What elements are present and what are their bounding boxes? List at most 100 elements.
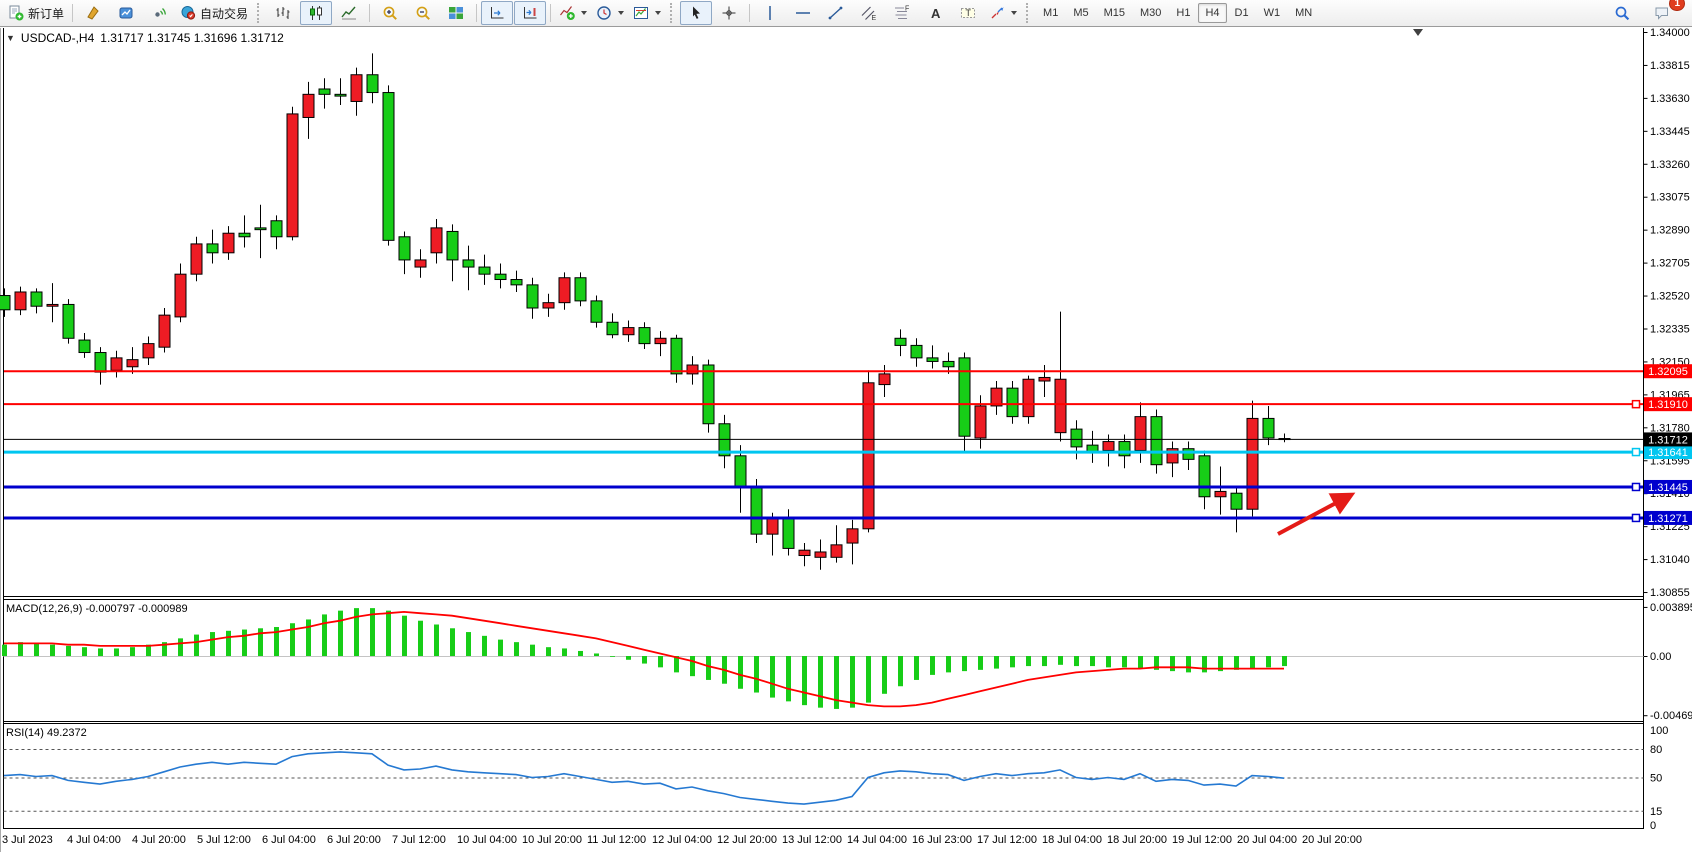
templates-button[interactable]	[629, 1, 665, 25]
timeframe-h4-button[interactable]: H4	[1198, 3, 1226, 23]
timeframe-w1-button[interactable]: W1	[1257, 3, 1288, 23]
candle-body	[703, 365, 714, 424]
timeframe-m5-button[interactable]: M5	[1066, 3, 1095, 23]
timeframe-h1-button[interactable]: H1	[1169, 3, 1197, 23]
candle-body	[847, 529, 858, 543]
macd-histogram-bar	[434, 625, 439, 657]
price-axis-label: 1.33075	[1650, 192, 1690, 204]
periods-button[interactable]	[592, 1, 628, 25]
search-button[interactable]	[1606, 1, 1638, 25]
macd-histogram-bar	[978, 656, 983, 670]
auto-scroll-button[interactable]	[481, 1, 513, 25]
svg-text:T: T	[965, 8, 971, 18]
candle-body	[495, 274, 506, 279]
macd-histogram-bar	[1074, 656, 1079, 666]
chart-shift-button[interactable]	[514, 1, 546, 25]
macd-histogram-bar	[1266, 656, 1271, 667]
macd-histogram-bar	[802, 656, 807, 705]
timeframe-mn-button[interactable]: MN	[1288, 3, 1319, 23]
signals-button[interactable]	[143, 1, 175, 25]
auto-trading-button[interactable]: 自动交易	[176, 1, 252, 25]
candlestick-button[interactable]	[300, 1, 332, 25]
macd-histogram-bar	[1122, 656, 1127, 667]
horizontal-line-button[interactable]	[787, 1, 819, 25]
toolbar-separator	[476, 4, 477, 22]
line-chart-button[interactable]	[333, 1, 365, 25]
macd-histogram-bar	[1058, 656, 1063, 665]
crosshair-button[interactable]	[713, 1, 745, 25]
text-label-icon: T	[960, 5, 977, 21]
bar-chart-button[interactable]	[267, 1, 299, 25]
candle-body	[1055, 379, 1066, 432]
svg-text:A: A	[931, 6, 941, 21]
timeframe-m15-button[interactable]: M15	[1097, 3, 1132, 23]
notifications-button[interactable]: 1	[1646, 1, 1678, 25]
candle-body	[175, 274, 186, 317]
candle-body	[1215, 491, 1226, 496]
macd-histogram-bar	[946, 656, 951, 672]
candle-body	[1007, 388, 1018, 416]
candle-body	[95, 353, 106, 373]
macd-histogram-bar	[882, 656, 887, 694]
line-handle[interactable]	[1633, 401, 1640, 408]
line-handle[interactable]	[1633, 483, 1640, 490]
time-axis-label: 11 Jul 12:00	[587, 834, 646, 846]
candle-body	[287, 114, 298, 237]
collapse-ohlc-icon[interactable]: ▼	[6, 33, 15, 43]
trendline-button[interactable]	[820, 1, 852, 25]
macd-indicator-label: MACD(12,26,9) -0.000797 -0.000989	[6, 603, 188, 615]
zoom-in-button[interactable]	[374, 1, 406, 25]
macd-scale-label: -0.004699	[1650, 710, 1692, 722]
timeframe-d1-button[interactable]: D1	[1228, 3, 1256, 23]
candle-body	[303, 94, 314, 117]
new-order-button[interactable]: 新订单	[4, 1, 68, 25]
macd-histogram-bar	[498, 640, 503, 656]
text-label-button[interactable]: T	[952, 1, 984, 25]
svg-text:E: E	[871, 15, 876, 21]
rsi-scale-label: 0	[1650, 820, 1656, 832]
chart-shift-marker[interactable]	[1413, 29, 1423, 36]
new-order-icon	[8, 5, 25, 21]
tile-windows-button[interactable]	[440, 1, 472, 25]
line-handle[interactable]	[1633, 514, 1640, 521]
text-button[interactable]: A	[919, 1, 951, 25]
candle-body	[655, 338, 666, 343]
equidistant-channel-button[interactable]: E	[853, 1, 885, 25]
chart-window[interactable]: 1.340001.338151.336301.334451.332601.330…	[0, 28, 1692, 852]
zoom-out-button[interactable]	[407, 1, 439, 25]
market-watch-button[interactable]	[77, 1, 109, 25]
candle-body	[783, 518, 794, 548]
macd-histogram-bar	[1042, 656, 1047, 666]
price-axis-label: 1.34000	[1650, 28, 1690, 39]
candle-body	[927, 358, 938, 362]
data-window-button[interactable]	[110, 1, 142, 25]
auto-trading-icon	[180, 5, 197, 21]
timeframe-m30-button[interactable]: M30	[1133, 3, 1168, 23]
cursor-button[interactable]	[680, 1, 712, 25]
candle-body	[591, 301, 602, 322]
price-axis-label: 1.32705	[1650, 258, 1690, 270]
arrows-icon	[989, 5, 1006, 21]
candle-body	[671, 338, 682, 374]
line-handle[interactable]	[1633, 449, 1640, 456]
vertical-line-button[interactable]	[754, 1, 786, 25]
auto-scroll-icon	[489, 5, 506, 21]
h-line-icon	[795, 5, 812, 21]
macd-histogram-bar	[418, 621, 423, 656]
arrow-annotation[interactable]	[1278, 496, 1349, 534]
fibonacci-button[interactable]: F	[886, 1, 918, 25]
macd-histogram-bar	[1138, 656, 1143, 669]
macd-histogram-bar	[850, 656, 855, 708]
candle-body	[79, 340, 90, 352]
rsi-scale-label: 50	[1650, 773, 1662, 785]
candle-body	[1039, 377, 1050, 381]
timeframe-m1-button[interactable]: M1	[1036, 3, 1065, 23]
candle-body	[111, 358, 122, 370]
arrows-button[interactable]	[985, 1, 1021, 25]
rsi-indicator-label: RSI(14) 49.2372	[6, 727, 87, 739]
candle-body	[543, 303, 554, 308]
indicators-button[interactable]	[555, 1, 591, 25]
macd-histogram-bar	[610, 656, 615, 657]
candle-body	[559, 278, 570, 303]
macd-histogram-bar	[1202, 656, 1207, 672]
